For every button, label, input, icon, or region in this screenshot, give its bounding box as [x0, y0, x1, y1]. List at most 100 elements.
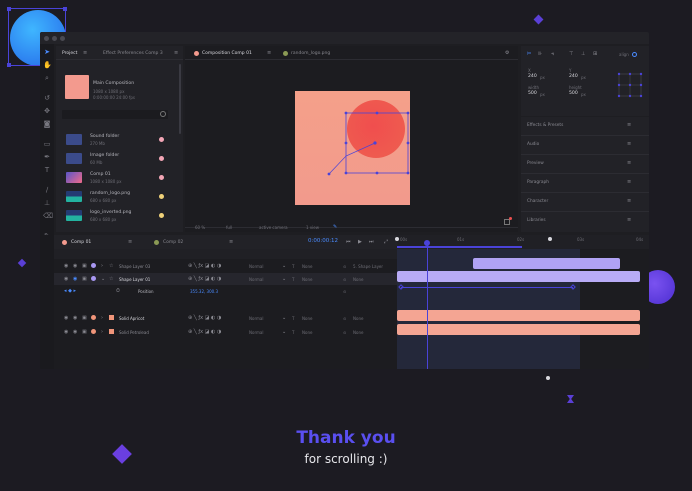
align-left-icon[interactable]: ⊨: [527, 51, 531, 57]
layer-bar-solid-apricot[interactable]: [397, 310, 640, 321]
layer-label-color[interactable]: [91, 276, 96, 281]
text-tool-icon[interactable]: T: [43, 166, 51, 174]
work-area-bar[interactable]: [397, 246, 522, 248]
selection-tool-icon[interactable]: ➤: [43, 48, 51, 56]
audio-icon[interactable]: ◉: [73, 263, 77, 269]
search-icon[interactable]: [160, 111, 166, 117]
camera-tool-icon[interactable]: ◙: [43, 120, 51, 128]
project-item-name[interactable]: Image folder: [90, 153, 119, 158]
blend-mode-select[interactable]: Normal: [249, 316, 263, 321]
tab-composition[interactable]: Composition Comp 01: [202, 51, 252, 56]
step-back-icon[interactable]: ⏮: [346, 239, 351, 245]
side-panel-character[interactable]: Character ≡: [521, 193, 649, 212]
panel-menu-icon[interactable]: ≡: [627, 217, 631, 223]
lock-icon[interactable]: ▣: [82, 329, 87, 335]
camera-select[interactable]: active camera: [259, 225, 288, 230]
parent-pickwhip-icon[interactable]: ⊙: [343, 316, 346, 321]
resolution-select[interactable]: full: [226, 225, 232, 230]
dropdown-chevron-icon[interactable]: ⌄: [282, 263, 286, 269]
tab-project[interactable]: Project: [62, 51, 77, 56]
x-value[interactable]: 240: [528, 74, 537, 79]
timecode[interactable]: 0:00:00:12: [308, 238, 338, 244]
property-value[interactable]: 355.32, 300.3: [190, 289, 218, 294]
parent-pickwhip-icon[interactable]: ⊙: [343, 330, 346, 335]
viewer-settings-icon[interactable]: ⚙: [505, 50, 509, 56]
layer-row[interactable]: ◉ ◉ ▣ › Solid Petrolead ⊕ ╲ ƒx ◪ ◐ ◑ Nor…: [54, 326, 397, 338]
anchor-grid-icon[interactable]: [617, 72, 643, 98]
dropdown-chevron-icon[interactable]: ⌄: [282, 315, 286, 321]
layer-name[interactable]: Shape Layer 01: [119, 277, 150, 282]
panel-menu-icon[interactable]: ≡: [128, 239, 132, 245]
play-icon[interactable]: ▶: [358, 239, 362, 245]
switches-icon[interactable]: ⊕ ╲ ƒx ◪ ◐ ◑: [188, 329, 221, 335]
blend-mode-select[interactable]: Normal: [249, 330, 263, 335]
distribute-bottom-icon[interactable]: ⊞: [593, 51, 597, 57]
side-panel-paragraph[interactable]: Paragraph ≡: [521, 174, 649, 193]
lock-icon[interactable]: ▣: [82, 315, 87, 321]
label-color-dot[interactable]: [159, 194, 164, 199]
y-value[interactable]: 240: [569, 74, 578, 79]
align-center-icon[interactable]: ⊪: [538, 51, 542, 57]
audio-icon[interactable]: ◉: [73, 315, 77, 321]
track-matte-select[interactable]: None: [302, 277, 312, 282]
side-panel-preview[interactable]: Preview ≡: [521, 155, 649, 174]
parent-select[interactable]: 5. Shape Layer: [353, 264, 383, 269]
layer-label-color[interactable]: [91, 263, 96, 268]
brush-tool-icon[interactable]: ∕: [43, 186, 51, 194]
layer-bar-solid-petrolead[interactable]: [397, 324, 640, 335]
step-forward-icon[interactable]: ⏭: [369, 239, 374, 245]
dropdown-chevron-icon[interactable]: ⌄: [282, 276, 286, 282]
parent-select[interactable]: None: [353, 316, 363, 321]
layer-name[interactable]: Solid Apricot: [119, 316, 144, 321]
parent-select[interactable]: None: [353, 330, 363, 335]
visibility-eye-icon[interactable]: ◉: [64, 329, 68, 335]
window-close-button[interactable]: [44, 36, 49, 41]
parent-select[interactable]: None: [353, 277, 363, 282]
playhead-handle[interactable]: [424, 240, 430, 246]
switches-icon[interactable]: ⊕ ╲ ƒx ◪ ◐ ◑: [188, 276, 221, 282]
project-item-name[interactable]: random_logo.png: [90, 191, 130, 196]
switches-icon[interactable]: ⊕ ╲ ƒx ◪ ◐ ◑: [188, 263, 221, 269]
expression-pickwhip-icon[interactable]: ⊙: [343, 289, 346, 294]
switches-icon[interactable]: ⊕ ╲ ƒx ◪ ◐ ◑: [188, 315, 221, 321]
dropdown-chevron-icon[interactable]: ⌄: [282, 329, 286, 335]
panel-menu-icon[interactable]: ≡: [627, 198, 631, 204]
expand-chevron-icon[interactable]: ›: [101, 263, 103, 269]
layer-label-color[interactable]: [91, 329, 96, 334]
zoom-tool-icon[interactable]: ⌕: [43, 74, 51, 82]
panel-menu-icon[interactable]: ≡: [627, 141, 631, 147]
expand-chevron-icon[interactable]: ›: [101, 315, 103, 321]
eraser-tool-icon[interactable]: ⌫: [43, 212, 53, 220]
label-color-dot[interactable]: [159, 137, 164, 142]
distribute-middle-icon[interactable]: ⊥: [581, 51, 585, 57]
align-target-toggle[interactable]: [632, 52, 637, 57]
height-value[interactable]: 500: [569, 91, 578, 96]
project-item-name[interactable]: Sound folder: [90, 134, 119, 139]
side-panel-effects[interactable]: Effects & Presets ≡: [521, 117, 649, 136]
visibility-eye-icon[interactable]: ◉: [64, 276, 68, 282]
stamp-tool-icon[interactable]: ⊥: [43, 199, 51, 207]
anchor-tool-icon[interactable]: ✥: [43, 107, 51, 115]
keyframe-nav-icon[interactable]: ◂ ◆ ▸: [64, 288, 76, 294]
parent-pickwhip-icon[interactable]: ⊙: [343, 277, 346, 282]
layer-row[interactable]: ◉ ◉ ▣ › ☆ Shape Layer 03 ⊕ ╲ ƒx ◪ ◐ ◑ No…: [54, 260, 397, 272]
lock-icon[interactable]: ▣: [82, 276, 87, 282]
panel-menu-icon[interactable]: ≡: [627, 179, 631, 185]
track-matte-select[interactable]: None: [302, 264, 312, 269]
label-color-dot[interactable]: [159, 175, 164, 180]
views-select[interactable]: 1 view: [306, 225, 319, 230]
graph-editor-icon[interactable]: ⤢: [384, 239, 388, 245]
side-panel-libraries[interactable]: Libraries ≡: [521, 212, 649, 231]
layer-bar-shape-layer-03[interactable]: [473, 258, 620, 269]
window-minimize-button[interactable]: [52, 36, 57, 41]
pen-icon[interactable]: ✎: [333, 224, 337, 230]
zoom-level[interactable]: 60 %: [195, 225, 205, 230]
width-value[interactable]: 500: [528, 91, 537, 96]
parent-pickwhip-icon[interactable]: ⊙: [343, 264, 346, 269]
panel-menu-icon[interactable]: ≡: [627, 122, 631, 128]
label-color-dot[interactable]: [159, 156, 164, 161]
project-item-name[interactable]: logo_inverted.png: [90, 210, 131, 215]
window-zoom-button[interactable]: [60, 36, 65, 41]
tab-effect-preferences[interactable]: Effect Preferences Comp 3: [103, 51, 163, 56]
time-ruler[interactable]: 00s 01s 02s 03s 04s: [397, 235, 649, 249]
